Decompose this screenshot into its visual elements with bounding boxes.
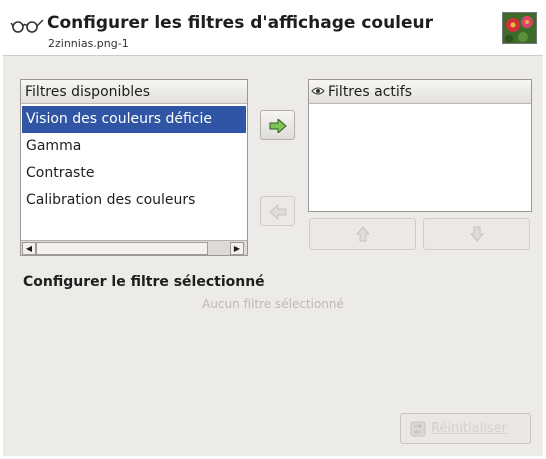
glasses-icon (10, 17, 44, 37)
list-item-color-deficient-vision[interactable]: Vision des couleurs déficie (22, 106, 246, 133)
arrow-left-icon (269, 203, 287, 223)
image-thumbnail (502, 12, 537, 44)
dialog-title: Configurer les filtres d'affichage coule… (47, 13, 434, 33)
active-filters-list[interactable]: Filtres actifs (308, 79, 532, 212)
remove-filter-button[interactable] (260, 196, 295, 226)
scroll-right-icon[interactable]: ▶ (230, 242, 244, 255)
reset-button[interactable]: Réinitialiser (400, 413, 531, 444)
reset-icon (410, 421, 426, 441)
no-filter-message: Aucun filtre sélectionné (202, 297, 344, 311)
active-filters-label: Filtres actifs (328, 84, 412, 100)
move-down-button[interactable] (423, 218, 530, 250)
scroll-left-icon[interactable]: ◀ (22, 242, 36, 255)
list-item-contrast[interactable]: Contraste (22, 160, 246, 187)
add-filter-button[interactable] (260, 110, 295, 140)
list-item-color-calibration[interactable]: Calibration des couleurs (22, 187, 246, 214)
arrow-down-icon (469, 226, 485, 246)
horizontal-scrollbar[interactable]: ◀ ▶ (21, 240, 247, 255)
list-item-gamma[interactable]: Gamma (22, 133, 246, 160)
scrollbar-thumb[interactable] (36, 242, 208, 255)
active-filters-header[interactable]: Filtres actifs (309, 80, 531, 104)
configure-filter-title: Configurer le filtre sélectionné (23, 274, 265, 290)
available-filters-list[interactable]: Filtres disponibles Vision des couleurs … (20, 79, 248, 256)
image-name: 2zinnias.png-1 (48, 37, 129, 50)
arrow-right-icon (269, 117, 287, 137)
available-filters-header[interactable]: Filtres disponibles (21, 80, 247, 104)
eye-icon (311, 80, 325, 104)
arrow-up-icon (355, 226, 371, 246)
reset-label: Réinitialiser (431, 421, 507, 436)
move-up-button[interactable] (309, 218, 416, 250)
dialog-header: Configurer les filtres d'affichage coule… (3, 3, 543, 56)
color-display-filters-dialog: Configurer les filtres d'affichage coule… (3, 3, 543, 456)
